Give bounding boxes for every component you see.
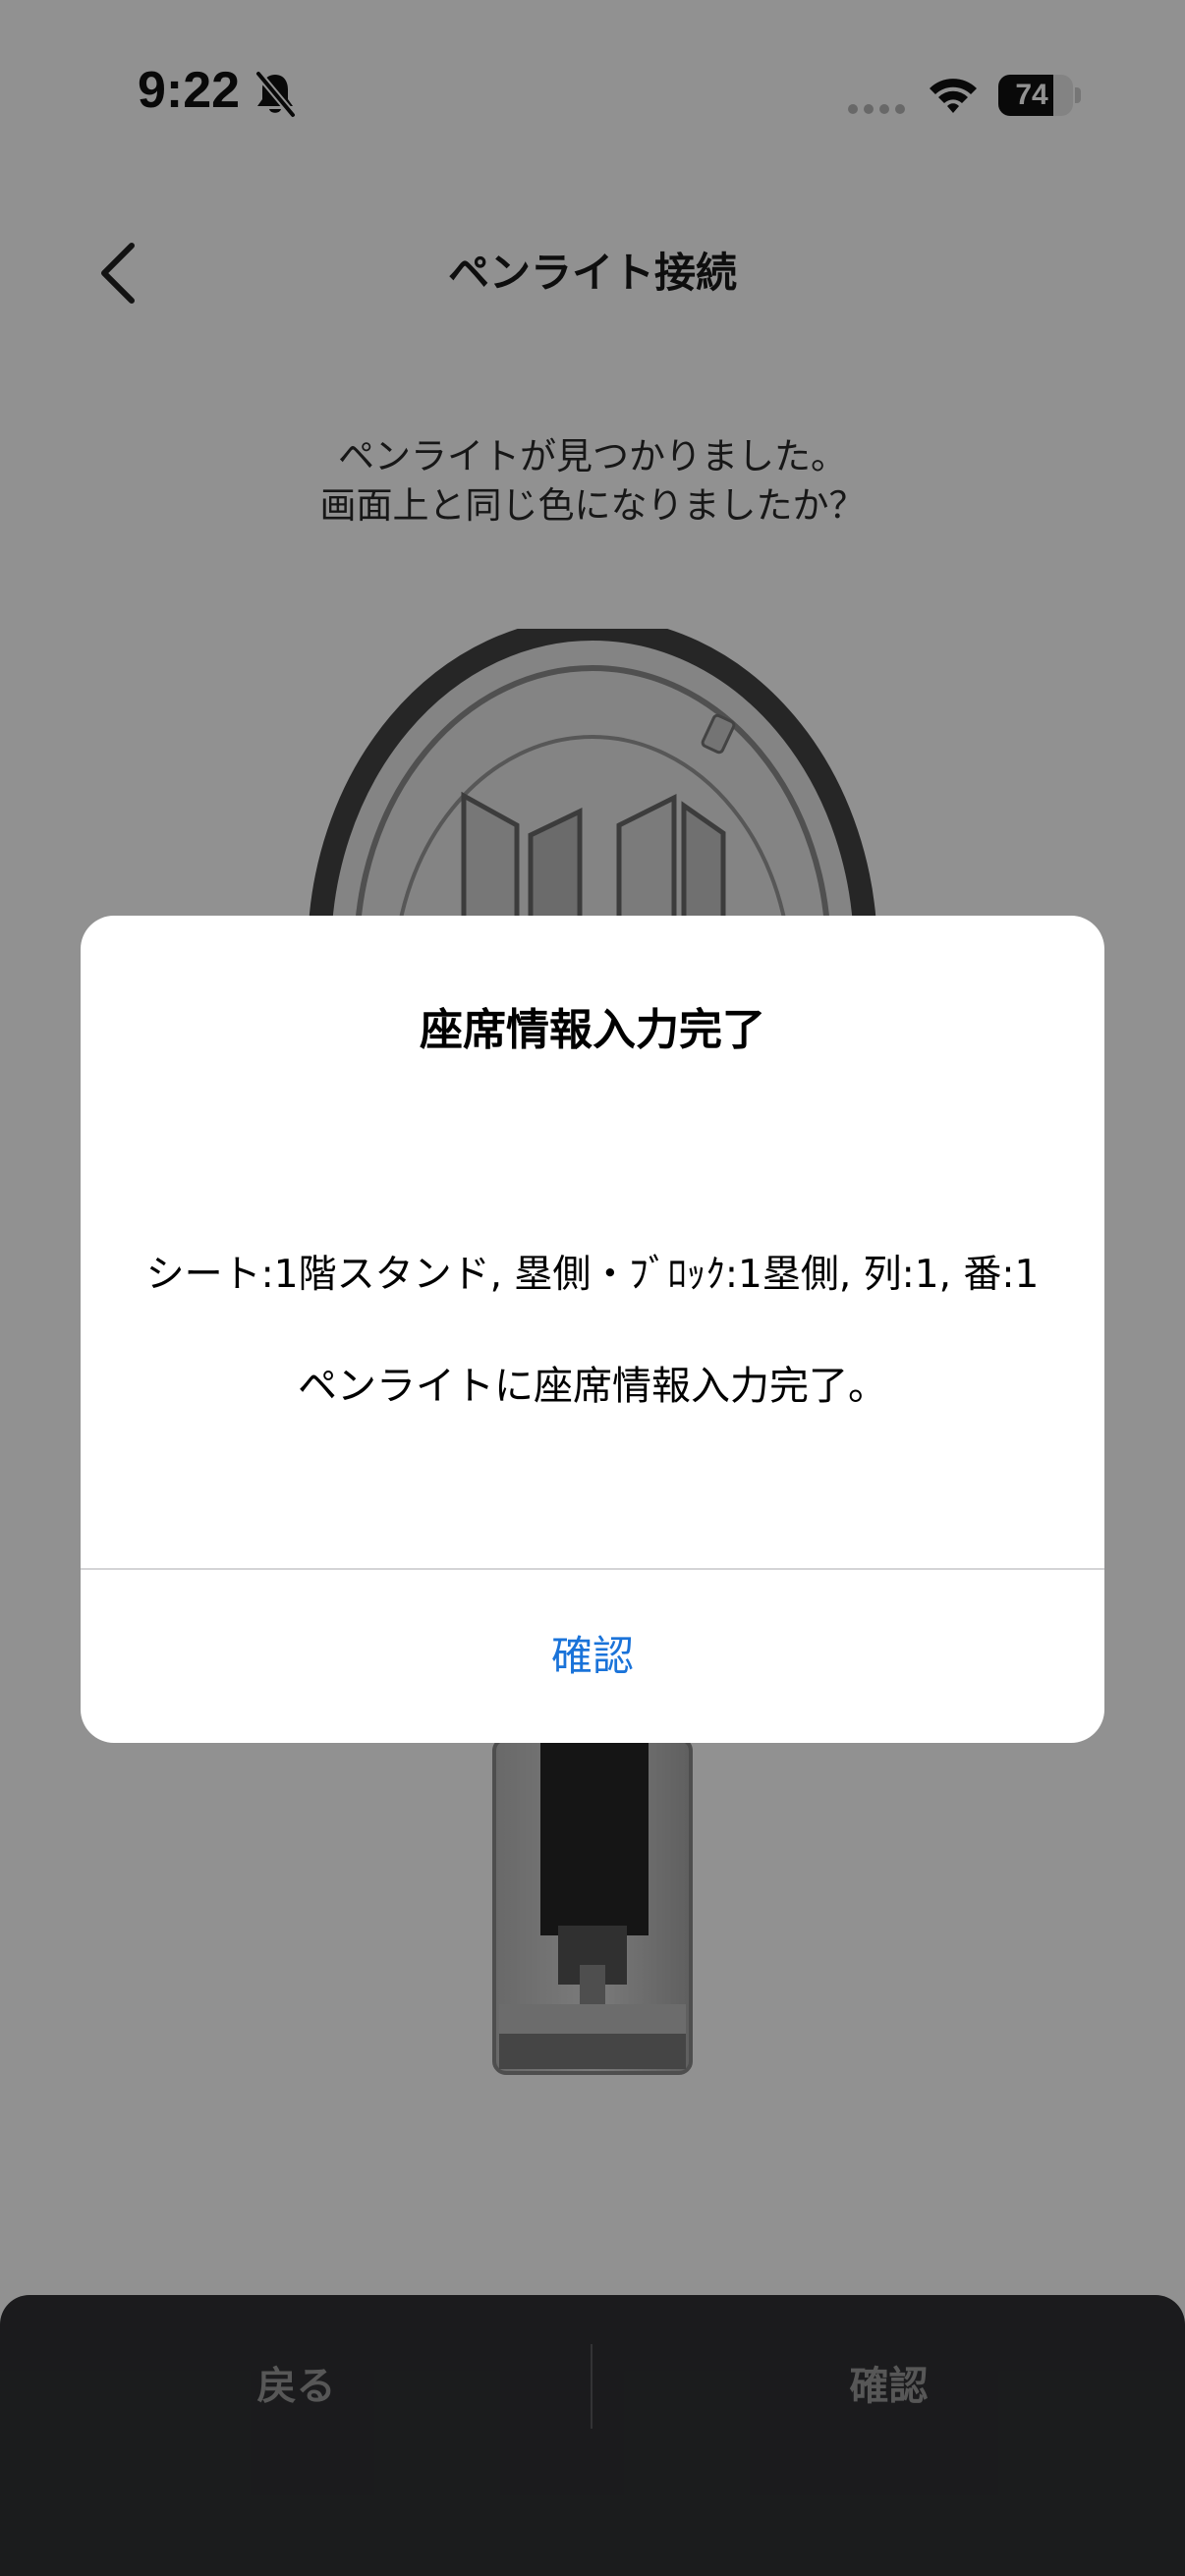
penlight-connect-screen: 9:22 74 ペンライト接続 ペンライトが見つかりました。 画面上と同じ色にな… [0, 0, 1185, 2576]
seat-info-dialog: 座席情報入力完了 シート:1階スタンド, 塁側・ﾌﾞﾛｯｸ:1塁側, 列:1, … [81, 916, 1104, 1743]
dialog-confirm-button[interactable]: 確認 [81, 1570, 1104, 1743]
dialog-title: 座席情報入力完了 [420, 1005, 765, 1055]
dialog-message: ペンライトに座席情報入力完了。 [298, 1364, 887, 1409]
dialog-seat-info: シート:1階スタンド, 塁側・ﾌﾞﾛｯｸ:1塁側, 列:1, 番:1 [145, 1253, 1040, 1297]
